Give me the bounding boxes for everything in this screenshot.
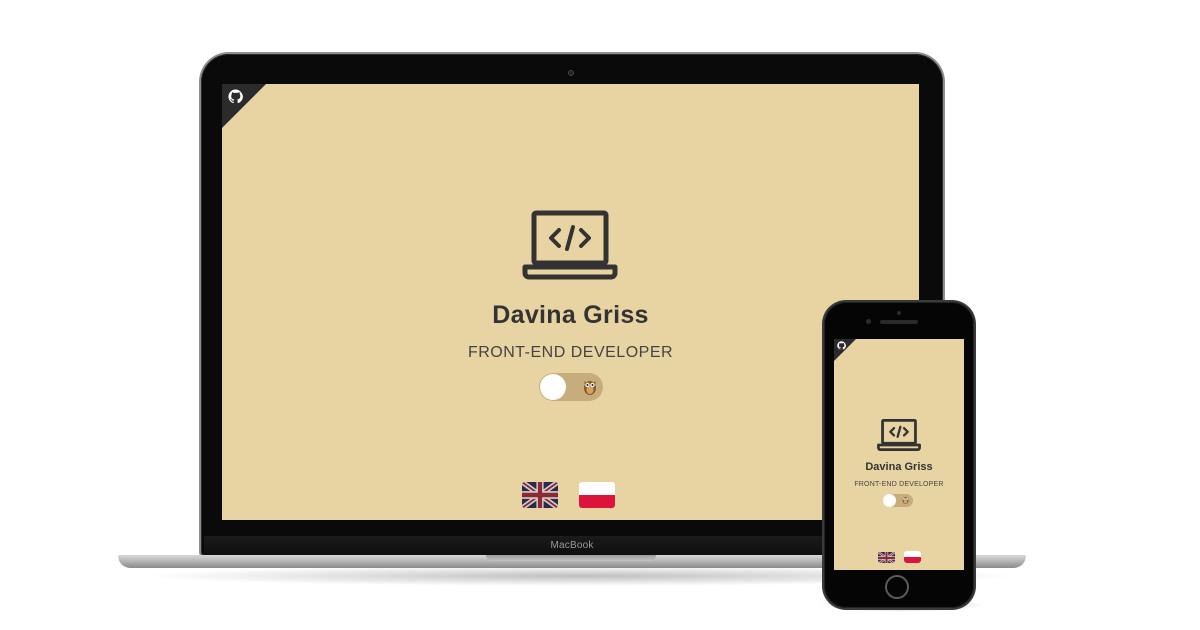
developer-name: Davina Griss [865, 461, 933, 473]
toggle-knob [883, 494, 896, 507]
laptop-code-icon [877, 419, 921, 451]
laptop-notch [486, 555, 656, 561]
phone-screen: Davina Griss FRONT-END DEVELOPER [834, 339, 964, 570]
theme-toggle[interactable] [539, 373, 603, 401]
laptop-code-icon [522, 210, 618, 280]
github-octocat-icon[interactable] [228, 89, 243, 106]
poland-flag-icon[interactable] [904, 551, 921, 563]
laptop-camera [568, 70, 574, 76]
uk-flag-icon[interactable] [878, 551, 895, 563]
theme-toggle[interactable] [883, 494, 913, 507]
owl-icon [902, 496, 909, 506]
toggle-knob [540, 374, 566, 400]
uk-flag-icon[interactable] [522, 482, 558, 508]
developer-role: FRONT-END DEVELOPER [467, 344, 674, 361]
github-octocat-icon[interactable] [837, 341, 846, 352]
developer-role: FRONT-END DEVELOPER [854, 481, 944, 488]
laptop-screen: Davina Griss FRONT-END DEVELOPER [222, 84, 919, 520]
phone-camera [897, 311, 901, 315]
phone-speaker [880, 320, 918, 324]
owl-icon [583, 379, 597, 397]
phone-home-button[interactable] [885, 575, 909, 599]
developer-name: Davina Griss [492, 301, 649, 329]
poland-flag-icon[interactable] [579, 482, 615, 508]
phone-sensor [866, 319, 871, 324]
